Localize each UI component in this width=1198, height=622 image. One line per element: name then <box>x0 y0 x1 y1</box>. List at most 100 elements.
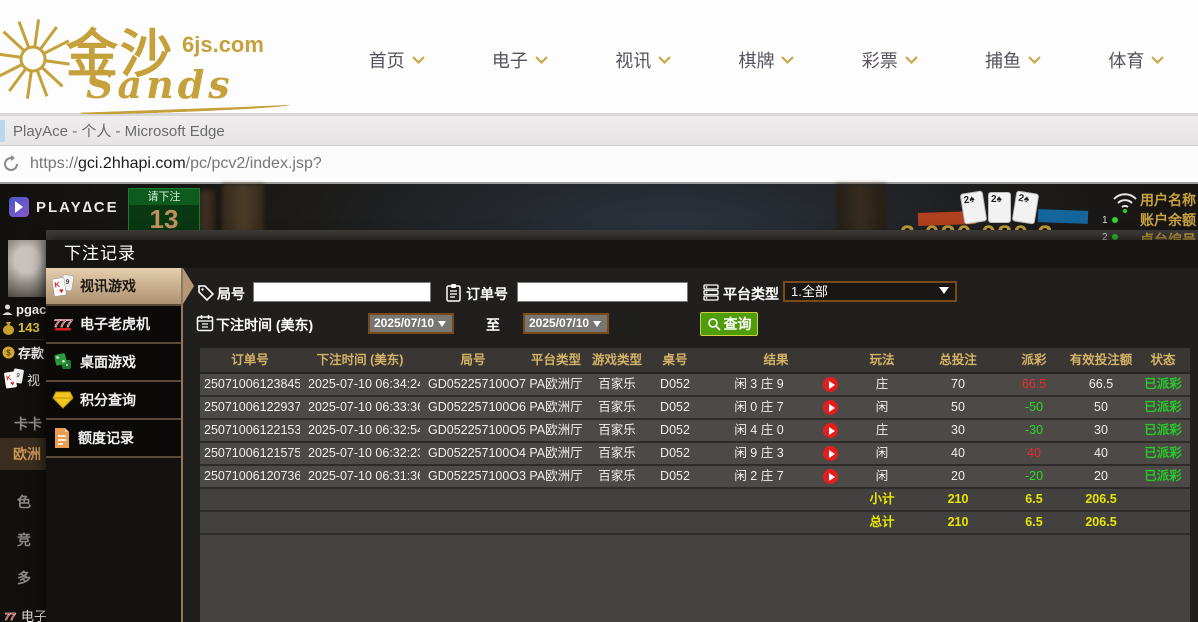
cell-result: 闲 0 庄 7 <box>702 397 850 418</box>
cell-game-type: 百家乐 <box>598 377 636 391</box>
play-video-icon[interactable] <box>823 377 838 392</box>
cell-platform: PA欧洲厅 <box>529 446 583 460</box>
url-text[interactable]: https://gci.2hhapi.com/pc/pcv2/index.jsp… <box>30 155 322 173</box>
cell-payout: -30 <box>1024 423 1044 437</box>
cell-play: 庄 <box>875 377 889 391</box>
nav-item-live[interactable]: 视讯 <box>582 42 705 78</box>
sidebar-item-label: 额度记录 <box>78 430 134 446</box>
chevron-down-icon <box>658 56 671 64</box>
lobby-item-card[interactable]: 卡卡 <box>14 414 42 434</box>
platform-type-select[interactable]: 1.全部 <box>783 281 957 302</box>
date-to-select[interactable]: 2025/07/10 <box>523 313 609 334</box>
window-title: PlayAce - 个人 - Microsoft Edge <box>13 123 225 140</box>
sidebar-item-credit-records[interactable]: 额度记录 <box>46 420 181 458</box>
svg-text:77: 77 <box>4 612 16 622</box>
cell-status: 已派彩 <box>1144 423 1182 437</box>
table-row: 250710061221537 2025-07-10 06:32:54 GD0522… <box>200 420 1190 443</box>
cell-game-type: 百家乐 <box>598 423 636 437</box>
round-no-input[interactable] <box>253 282 431 302</box>
subtotal-row: 小计 210 6.5 206.5 <box>200 489 1190 512</box>
cell-platform: PA欧洲厅 <box>529 400 583 414</box>
lobby-item-multi[interactable]: 多 <box>17 568 31 588</box>
slot-777-icon: 77 <box>4 611 16 622</box>
chevron-down-icon <box>781 56 795 64</box>
lobby-item-europe[interactable]: 欧洲 <box>13 444 41 464</box>
nav-item-board[interactable]: 棋牌 <box>705 42 828 78</box>
dice-icon <box>54 353 71 369</box>
sidebar-item-video-games[interactable]: 9 K ♥ 视讯游戏 <box>46 268 194 306</box>
playace-logo: PLAY∆CE <box>8 196 119 218</box>
nav-item-fishing[interactable]: 捕鱼 <box>951 42 1074 78</box>
cell-order-no: 250710061238455 <box>204 377 300 391</box>
avatar[interactable] <box>8 240 46 297</box>
money-bag-icon <box>3 321 14 335</box>
cell-result: 闲 2 庄 7 <box>702 466 850 487</box>
date-from-select[interactable]: 2025/07/10 <box>368 313 454 334</box>
cell-order-no: 250710061207361 <box>204 469 300 483</box>
lobby-coins: 143 <box>2 320 40 335</box>
nav-item-sports[interactable]: 体育 <box>1075 42 1198 78</box>
lobby-item-slots[interactable]: 77 电子 <box>2 606 46 622</box>
logo-english: Sands <box>86 62 234 107</box>
sidebar-item-slot-machines[interactable]: 777 电子老虎机 <box>46 306 181 344</box>
select-arrow-icon <box>939 287 949 294</box>
playace-brand: PLAY∆CE <box>36 198 119 216</box>
lobby-username: pgac <box>2 302 46 317</box>
order-no-input[interactable] <box>517 282 688 302</box>
lobby-item-color[interactable]: 色 <box>17 492 31 512</box>
document-icon <box>55 428 69 448</box>
countdown-value: 13 <box>149 204 179 234</box>
nav-item-home[interactable]: 首页 <box>335 42 458 78</box>
sum-valid-bet: 206.5 <box>1085 515 1117 529</box>
search-button[interactable]: 查询 <box>700 312 758 336</box>
grand-total-row: 总计 210 6.5 206.5 <box>200 512 1190 535</box>
sum-valid-bet: 206.5 <box>1085 492 1117 506</box>
bet-records-table: 订单号 下注时间 (美东) 局号 平台类型 游戏类型 桌号 结果 玩法 总投注 … <box>200 348 1190 622</box>
clipboard-icon <box>446 284 461 302</box>
sum-payout: 6.5 <box>1025 515 1043 529</box>
sidebar-item-label: 视讯游戏 <box>80 278 136 294</box>
chevron-down-icon <box>1151 56 1165 64</box>
nav-item-lottery[interactable]: 彩票 <box>828 42 951 78</box>
platform-list-icon <box>703 284 719 301</box>
cell-valid-bet: 20 <box>1094 469 1108 483</box>
address-bar[interactable]: https://gci.2hhapi.com/pc/pcv2/index.jsp… <box>0 146 1198 184</box>
lobby-item-compete[interactable]: 竞 <box>17 530 31 550</box>
info-username-label: 用户名称 <box>1140 192 1196 208</box>
cell-valid-bet: 40 <box>1094 446 1108 460</box>
sands-logo[interactable]: 金沙 6js.com Sands <box>0 6 310 116</box>
bet-time-label: 下注时间 (美东) <box>216 317 314 333</box>
play-video-icon[interactable] <box>823 469 838 484</box>
cell-valid-bet: 30 <box>1094 423 1108 437</box>
sidebar-item-label: 桌面游戏 <box>80 354 136 370</box>
lobby-video-partial[interactable]: 9 K ♥ 视 <box>4 368 40 390</box>
chevron-down-icon <box>535 56 548 64</box>
nav-item-slots[interactable]: 电子 <box>458 42 581 78</box>
cell-round-no: GD052257100O6 <box>428 400 526 414</box>
online-dot <box>1111 217 1118 223</box>
modal-sidebar: 9 K ♥ 视讯游戏 777 电子老虎机 桌面游戏 积分查询 额度记录 <box>46 268 194 622</box>
cell-bet-time: 2025-07-10 06:34:24 <box>308 377 420 391</box>
site-header: 金沙 6js.com Sands 首页 电子 视讯 棋牌 彩票 捕鱼 体育 <box>0 0 1198 116</box>
cell-status: 已派彩 <box>1144 400 1182 414</box>
sidebar-item-label: 积分查询 <box>80 392 136 408</box>
reload-icon[interactable] <box>2 155 20 173</box>
cell-payout: 40 <box>1027 446 1041 460</box>
cell-game-type: 百家乐 <box>598 446 636 460</box>
cell-table-no: D052 <box>660 400 690 414</box>
sidebar-item-points-query[interactable]: 积分查询 <box>46 382 181 420</box>
play-video-icon[interactable] <box>823 400 838 415</box>
svg-text:$: $ <box>6 349 11 358</box>
sidebar-item-table-games[interactable]: 桌面游戏 <box>46 344 181 382</box>
cell-total-bet: 40 <box>951 446 965 460</box>
cell-payout: -50 <box>1024 400 1044 414</box>
sum-total-bet: 210 <box>947 515 969 529</box>
lobby-deposit[interactable]: $ 存款 <box>2 343 44 362</box>
cell-valid-bet: 66.5 <box>1088 377 1114 391</box>
cell-result: 闲 4 庄 0 <box>702 420 850 441</box>
info-balance-label: 账户余额 <box>1140 212 1196 228</box>
play-video-icon[interactable] <box>823 446 838 461</box>
tag-icon <box>198 285 215 302</box>
cell-payout: 66.5 <box>1021 377 1047 391</box>
play-video-icon[interactable] <box>823 423 838 438</box>
